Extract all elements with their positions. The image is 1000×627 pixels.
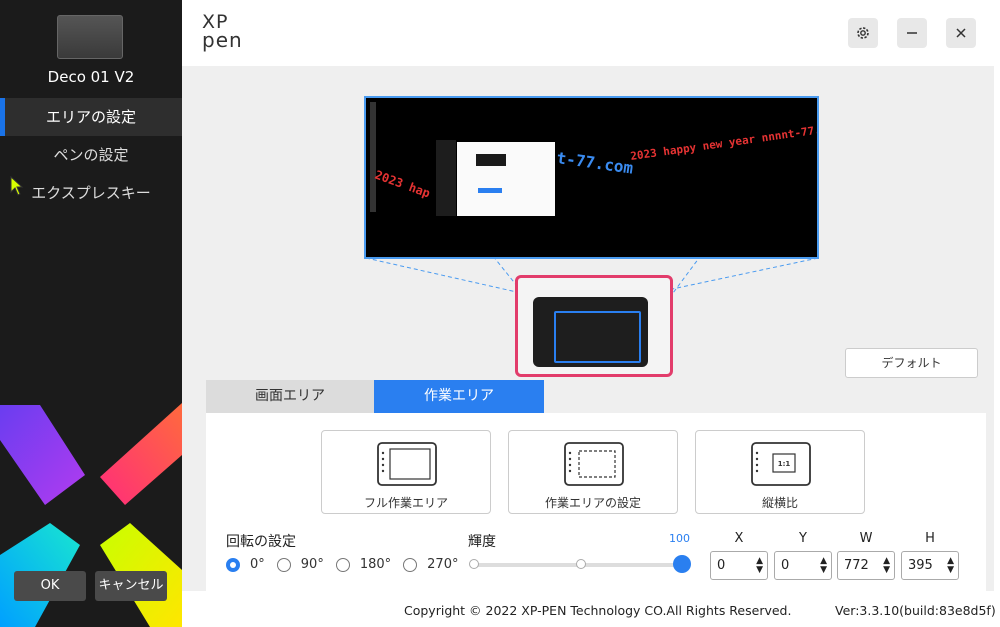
sidebar-item-pen-settings[interactable]: ペンの設定 — [0, 136, 182, 174]
x-input[interactable]: 0 ▲ ▼ — [710, 551, 768, 580]
set-work-area-label: 作業エリアの設定 — [544, 496, 641, 510]
aspect-ratio-badge: 1:1 — [778, 460, 791, 468]
cancel-button[interactable]: キャンセル — [95, 571, 167, 601]
rotation-180[interactable]: 180° — [335, 557, 392, 572]
h-stepper-icon[interactable]: ▲ ▼ — [947, 557, 954, 575]
set-work-area-button[interactable]: 作業エリアの設定 — [508, 430, 678, 514]
ok-button[interactable]: OK — [14, 571, 86, 601]
rotation-0-label: 0° — [250, 557, 265, 572]
tablet-preview — [515, 275, 673, 377]
tab-work-area[interactable]: 作業エリア — [374, 380, 544, 413]
scrollbar[interactable] — [994, 66, 1000, 627]
main-panel: XP pen t-77.com 2023 happy new year nnnn… — [182, 0, 1000, 627]
work-area-panel: フル作業エリア 作業エリアの設定 1:1 縦横比 回転の設定 0° 90° 18… — [206, 413, 986, 591]
x-value: 0 — [717, 558, 726, 573]
full-work-area-button[interactable]: フル作業エリア — [321, 430, 491, 514]
y-value: 0 — [781, 558, 790, 573]
w-input[interactable]: 772 ▲ ▼ — [837, 551, 895, 580]
rotation-options: 0° 90° 180° 270° — [226, 557, 470, 572]
h-input[interactable]: 395 ▲ ▼ — [901, 551, 959, 580]
brightness-value: 100 — [669, 532, 690, 545]
y-stepper-icon[interactable]: ▲ ▼ — [820, 557, 827, 575]
y-input[interactable]: 0 ▲ ▼ — [774, 551, 832, 580]
x-label: X — [734, 531, 744, 546]
tablet-work-area[interactable] — [554, 311, 641, 363]
full-area-icon — [377, 442, 437, 486]
full-work-area-label: フル作業エリア — [363, 496, 448, 510]
radio-180[interactable] — [335, 557, 350, 572]
y-label: Y — [799, 531, 807, 546]
brightness-slider[interactable] — [469, 555, 691, 573]
rotation-title: 回転の設定 — [226, 534, 296, 550]
sidebar: Deco 01 V2 エリアの設定 ペンの設定 エクスプレスキー OK キャンセ… — [0, 0, 182, 627]
sidebar-nav: エリアの設定 ペンの設定 エクスプレスキー — [0, 98, 182, 212]
copyright-text: Copyright © 2022 XP-PEN Technology CO.Al… — [404, 603, 792, 618]
desktop-thumbnail: t-77.com 2023 happy new year nnnnt-77.co… — [366, 98, 817, 257]
aspect-ratio-label: 縦横比 — [761, 496, 798, 510]
slider-tick-start — [469, 559, 479, 569]
w-stepper-icon[interactable]: ▲ ▼ — [883, 557, 890, 575]
sidebar-item-area-settings[interactable]: エリアの設定 — [0, 98, 182, 136]
radio-0[interactable] — [226, 557, 240, 572]
mouse-cursor-icon — [10, 176, 24, 196]
brightness-slider-thumb[interactable] — [673, 555, 691, 573]
h-value: 395 — [908, 558, 933, 573]
brightness-title: 輝度 — [468, 534, 496, 550]
slider-tick-mid — [576, 559, 586, 569]
aspect-ratio-button[interactable]: 1:1 縦横比 — [695, 430, 865, 514]
device-image — [57, 15, 123, 59]
rotation-180-label: 180° — [359, 557, 392, 572]
device-name: Deco 01 V2 — [47, 68, 135, 86]
screen-preview: t-77.com 2023 happy new year nnnnt-77.co… — [364, 96, 819, 259]
tablet-image — [533, 297, 648, 367]
rotation-270[interactable]: 270° — [403, 557, 458, 572]
radio-270[interactable] — [403, 557, 418, 572]
custom-area-icon — [564, 442, 624, 486]
rotation-270-label: 270° — [427, 557, 459, 572]
h-label: H — [925, 531, 935, 546]
w-label: W — [859, 531, 873, 546]
aspect-ratio-icon: 1:1 — [751, 442, 811, 486]
sidebar-item-express-keys[interactable]: エクスプレスキー — [0, 174, 182, 212]
footer: Copyright © 2022 XP-PEN Technology CO.Al… — [182, 591, 996, 627]
version-text: Ver:3.3.10(build:83e8d5f) — [835, 603, 996, 618]
tab-screen-area[interactable]: 画面エリア — [206, 380, 374, 413]
w-value: 772 — [844, 558, 869, 573]
radio-90[interactable] — [276, 557, 291, 572]
rotation-90[interactable]: 90° — [276, 557, 324, 572]
rotation-0[interactable]: 0° — [226, 557, 265, 572]
default-button[interactable]: デフォルト — [845, 348, 978, 378]
rotation-90-label: 90° — [300, 557, 324, 572]
x-stepper-icon[interactable]: ▲ ▼ — [756, 557, 763, 575]
